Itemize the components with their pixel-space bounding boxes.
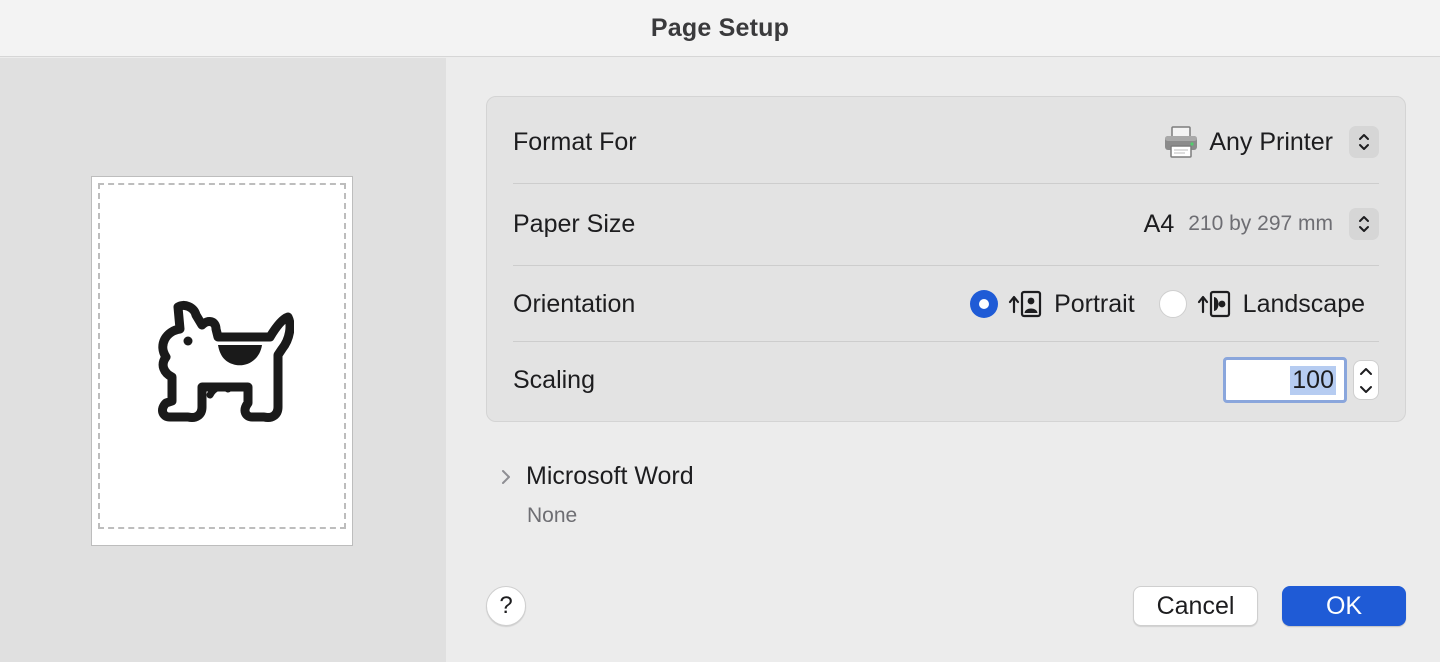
ok-button[interactable]: OK xyxy=(1282,586,1406,626)
portrait-radio[interactable] xyxy=(970,290,999,318)
format-for-label: Format For xyxy=(513,127,637,156)
page-preview-pane xyxy=(0,58,446,662)
separator xyxy=(513,341,1379,342)
orientation-label: Orientation xyxy=(513,289,636,318)
section-value: None xyxy=(527,504,578,527)
cancel-button[interactable]: Cancel xyxy=(1133,586,1258,626)
dialog-title: Page Setup xyxy=(650,13,790,42)
paper-size-dimensions: 210 by 297 mm xyxy=(1188,212,1333,235)
section-title: Microsoft Word xyxy=(526,462,694,490)
separator xyxy=(513,265,1379,266)
portrait-label[interactable]: Portrait xyxy=(1054,290,1135,319)
title-bar: Page Setup xyxy=(0,0,1440,57)
orientation-options: Portrait Landscape xyxy=(970,290,1379,319)
paper-size-label: Paper Size xyxy=(513,209,636,238)
printer-icon xyxy=(1165,126,1198,158)
chevron-right-icon[interactable] xyxy=(500,468,512,486)
separator xyxy=(513,183,1379,184)
landscape-orientation-icon xyxy=(1197,290,1230,318)
help-button[interactable]: ? xyxy=(486,586,526,626)
scaling-row: Scaling 100 xyxy=(513,353,1379,407)
orientation-row: Orientation Portrait Landscape xyxy=(513,277,1379,331)
scaling-stepper[interactable] xyxy=(1353,360,1379,400)
scaling-label: Scaling xyxy=(513,365,595,394)
dogcow-icon xyxy=(158,300,294,422)
paper-size-row: Paper Size A4 210 by 297 mm xyxy=(513,197,1379,251)
format-for-row: Format For Any Printer xyxy=(513,115,1379,169)
microsoft-word-disclosure[interactable]: Microsoft Word xyxy=(500,462,694,491)
scaling-value: 100 xyxy=(1290,365,1336,395)
chevron-down-icon[interactable] xyxy=(1359,385,1373,395)
paper-size-popup[interactable]: A4 210 by 297 mm xyxy=(1144,208,1379,240)
updown-chevron-icon xyxy=(1349,126,1379,158)
format-for-value: Any Printer xyxy=(1209,127,1333,156)
page-setup-dialog: Page Setup Format For Any Printer Paper … xyxy=(0,0,1440,662)
paper-size-value: A4 xyxy=(1143,209,1175,238)
chevron-up-icon[interactable] xyxy=(1359,366,1373,376)
scaling-control: 100 xyxy=(1223,357,1379,403)
paper-preview xyxy=(91,176,353,546)
scaling-input[interactable]: 100 xyxy=(1223,357,1347,403)
updown-chevron-icon xyxy=(1349,208,1379,240)
settings-panel: Format For Any Printer Paper Size A4 210… xyxy=(486,96,1406,422)
portrait-orientation-icon xyxy=(1008,290,1042,318)
landscape-radio[interactable] xyxy=(1158,290,1187,318)
format-for-popup[interactable]: Any Printer xyxy=(1163,125,1379,159)
landscape-label[interactable]: Landscape xyxy=(1243,290,1365,319)
